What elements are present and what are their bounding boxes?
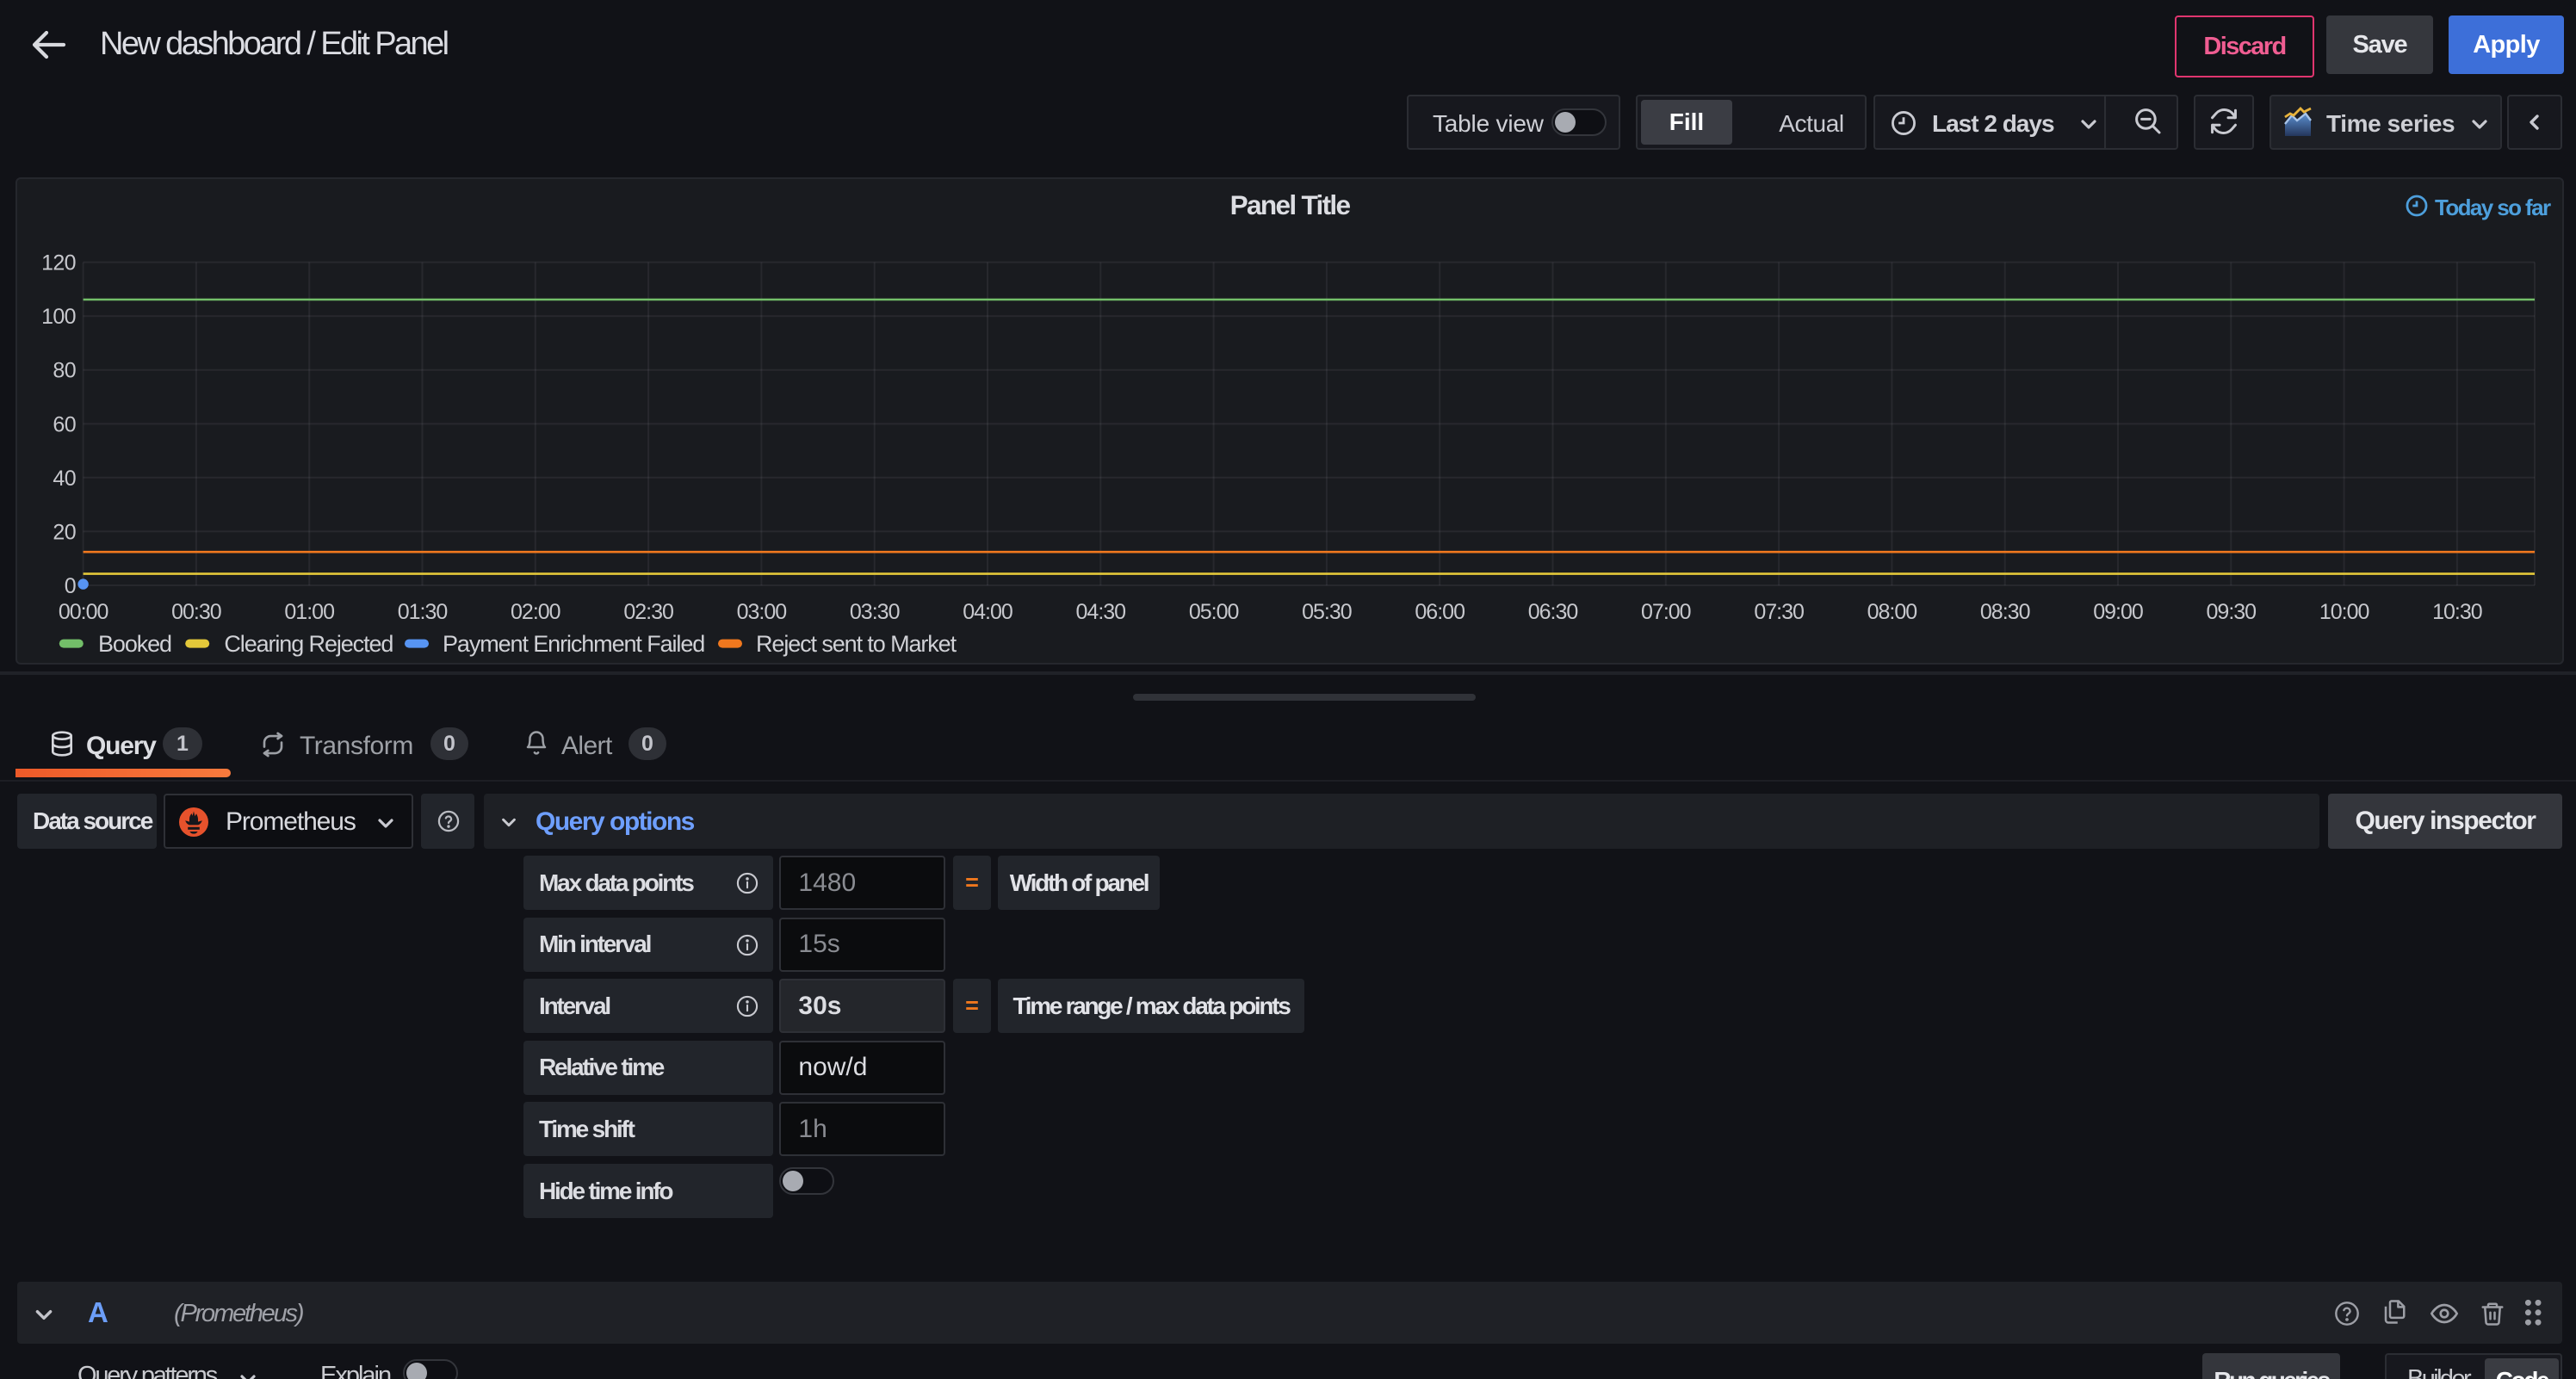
svg-text:100: 100 xyxy=(41,305,76,329)
svg-text:Booked: Booked xyxy=(98,631,171,657)
svg-text:07:30: 07:30 xyxy=(1754,600,1804,624)
svg-text:120: 120 xyxy=(41,251,76,275)
svg-text:06:00: 06:00 xyxy=(1415,600,1464,624)
svg-text:40: 40 xyxy=(53,467,76,491)
svg-text:07:00: 07:00 xyxy=(1641,600,1691,624)
svg-text:09:00: 09:00 xyxy=(2093,600,2143,624)
svg-text:08:00: 08:00 xyxy=(1867,600,1917,624)
svg-text:Reject sent to Market: Reject sent to Market xyxy=(756,631,957,657)
svg-text:06:30: 06:30 xyxy=(1528,600,1578,624)
svg-text:0: 0 xyxy=(65,574,76,598)
svg-text:10:30: 10:30 xyxy=(2432,600,2482,624)
svg-text:00:00: 00:00 xyxy=(59,600,108,624)
svg-text:02:00: 02:00 xyxy=(511,600,560,624)
svg-text:Payment Enrichment Failed: Payment Enrichment Failed xyxy=(443,631,704,657)
svg-text:02:30: 02:30 xyxy=(623,600,673,624)
svg-text:09:30: 09:30 xyxy=(2207,600,2257,624)
svg-text:01:30: 01:30 xyxy=(398,600,448,624)
svg-text:04:30: 04:30 xyxy=(1076,600,1126,624)
svg-text:80: 80 xyxy=(53,359,76,383)
svg-text:10:00: 10:00 xyxy=(2319,600,2369,624)
svg-text:Clearing Rejected: Clearing Rejected xyxy=(224,631,393,657)
svg-text:03:30: 03:30 xyxy=(850,600,900,624)
svg-text:03:00: 03:00 xyxy=(737,600,787,624)
svg-text:60: 60 xyxy=(53,412,76,436)
svg-text:05:30: 05:30 xyxy=(1302,600,1352,624)
svg-text:08:30: 08:30 xyxy=(1980,600,2030,624)
svg-text:05:00: 05:00 xyxy=(1189,600,1239,624)
svg-text:00:30: 00:30 xyxy=(171,600,221,624)
svg-text:01:00: 01:00 xyxy=(284,600,334,624)
svg-text:04:00: 04:00 xyxy=(963,600,1012,624)
svg-text:20: 20 xyxy=(53,520,76,544)
